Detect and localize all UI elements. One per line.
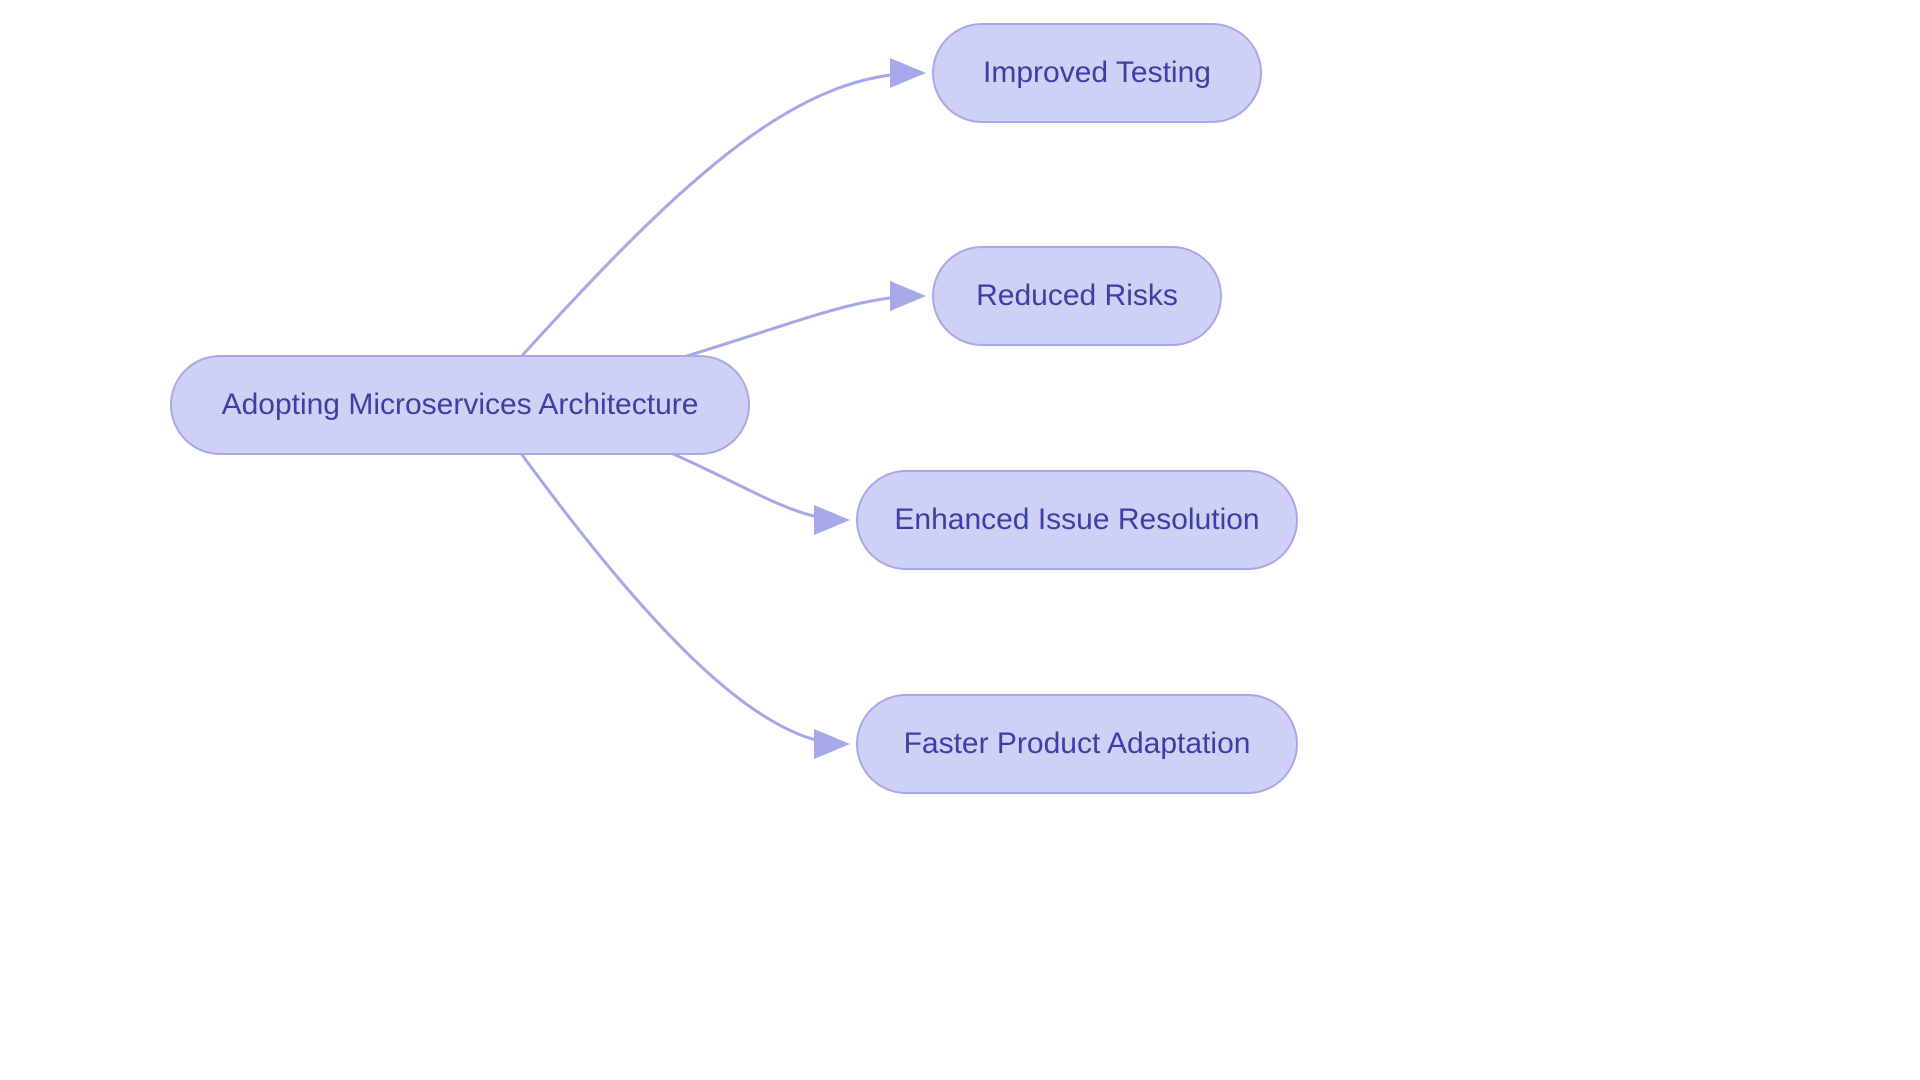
node-enhanced-issue-resolution: Enhanced Issue Resolution	[856, 470, 1298, 570]
node-improved-testing: Improved Testing	[932, 23, 1262, 123]
node-root: Adopting Microservices Architecture	[170, 355, 750, 455]
node-faster-product-adaptation: Faster Product Adaptation	[856, 694, 1298, 794]
node-reduced-risks: Reduced Risks	[932, 246, 1222, 346]
edge-root-to-improved-testing	[520, 73, 920, 358]
edge-root-to-faster-product-adaptation	[520, 452, 844, 744]
